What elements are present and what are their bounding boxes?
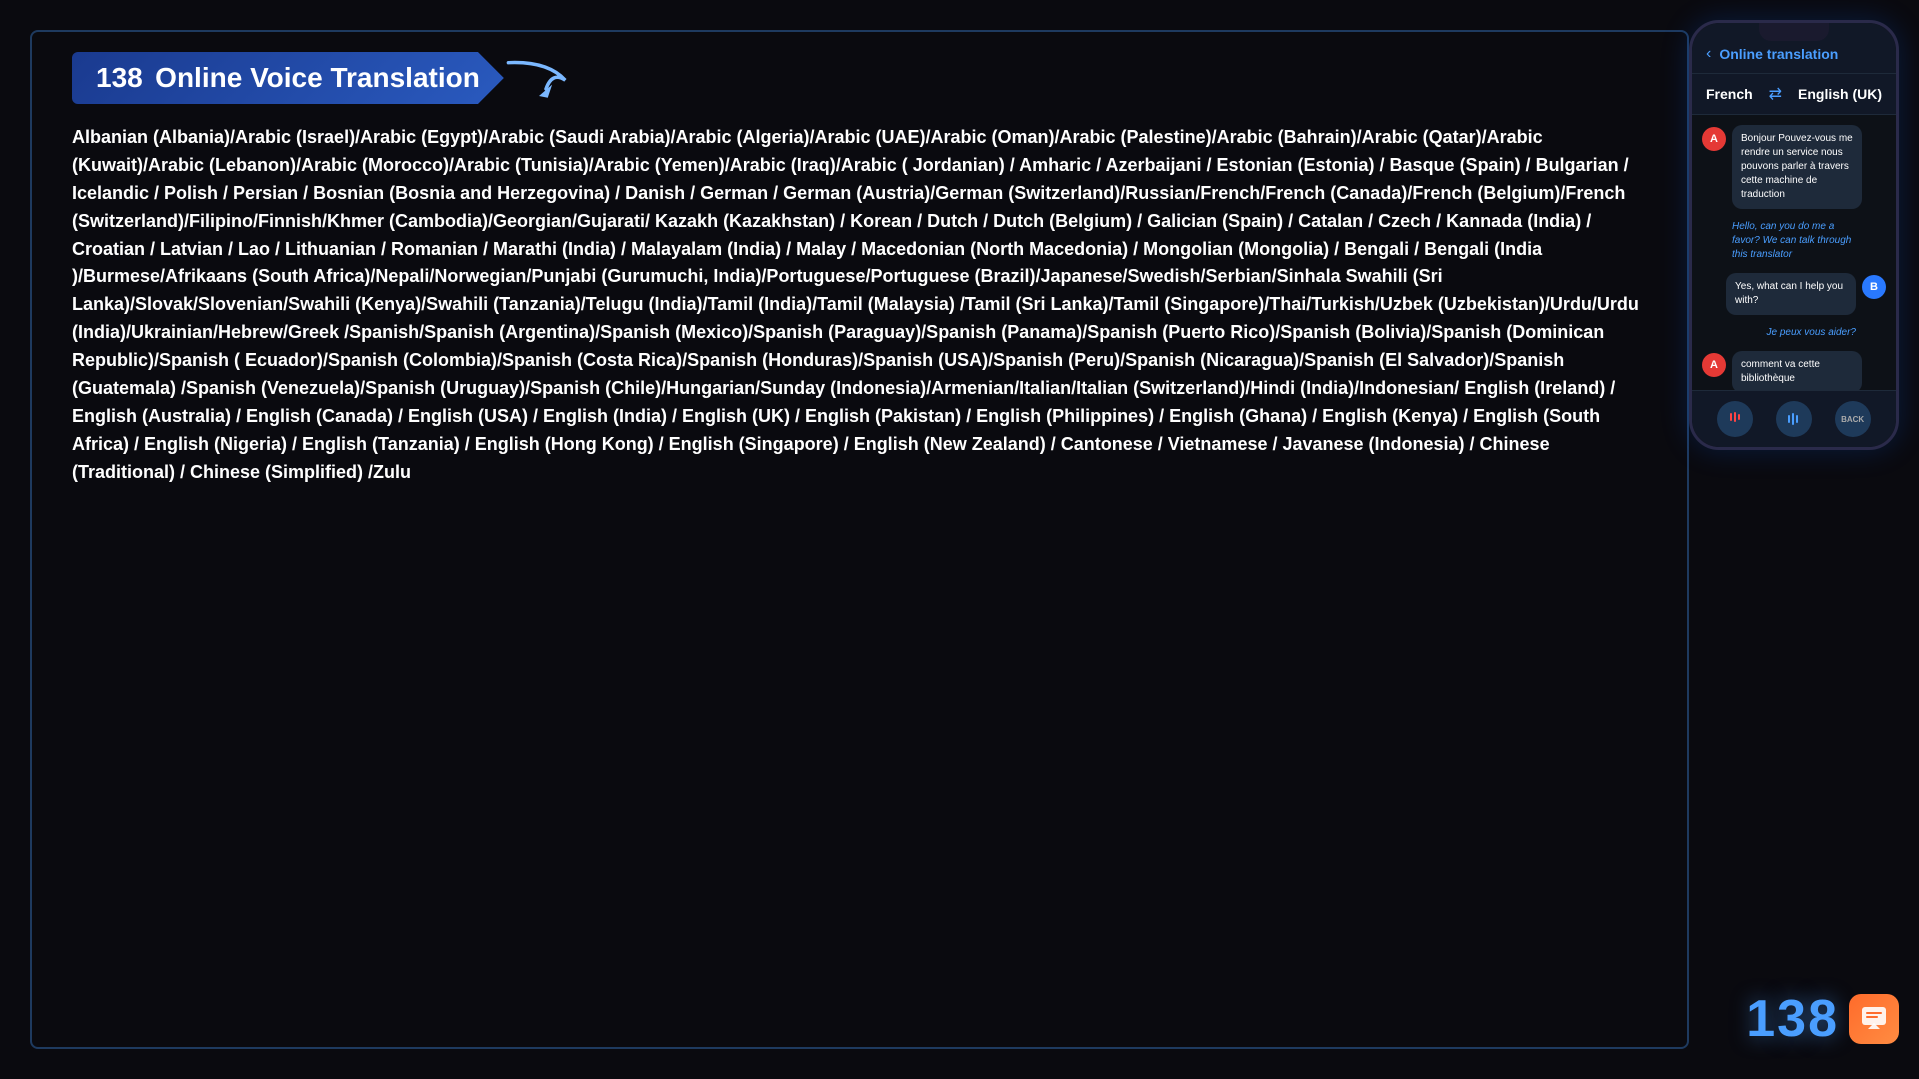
phone-header-title: Online translation: [1719, 46, 1838, 62]
main-title: 138: [96, 62, 143, 93]
main-container: 138 Online Voice Translation Albanian (A…: [30, 30, 1689, 1049]
chat-area: A Bonjour Pouvez-vous me rendre un servi…: [1692, 115, 1896, 431]
avatar-a2: A: [1702, 353, 1726, 377]
message-row-a1: A Bonjour Pouvez-vous me rendre un servi…: [1702, 125, 1886, 209]
bottom-number: 138: [1746, 989, 1839, 1049]
phone-outer: ‹ Online translation French ⇄ English (U…: [1689, 20, 1899, 450]
phone-notch: [1759, 23, 1829, 41]
title-banner: 138 Online Voice Translation: [72, 52, 504, 104]
translated-t2: Je peux vous aider?: [1766, 323, 1856, 343]
translation-row-t1: Hello, can you do me a favor? We can tal…: [1702, 217, 1886, 265]
avatar-b: B: [1862, 275, 1886, 299]
languages-list: Albanian (Albania)/Arabic (Israel)/Arabi…: [72, 124, 1647, 487]
main-title-text: Online Voice Translation: [155, 62, 480, 93]
mic-right-button[interactable]: [1776, 401, 1812, 437]
mic-left-button[interactable]: [1717, 401, 1753, 437]
bubble-a2: comment va cette bibliothèque: [1732, 351, 1862, 393]
language-selector[interactable]: French ⇄ English (UK): [1692, 74, 1896, 115]
translation-row-t2: Je peux vous aider?: [1702, 323, 1886, 343]
back-button[interactable]: BACK: [1835, 401, 1871, 437]
phone-mockup: ‹ Online translation French ⇄ English (U…: [1689, 20, 1899, 700]
arrow-decoration: [504, 53, 574, 103]
translated-t1: Hello, can you do me a favor? We can tal…: [1732, 217, 1862, 265]
target-language[interactable]: English (UK): [1798, 86, 1882, 102]
back-arrow-icon[interactable]: ‹: [1706, 45, 1711, 63]
message-row-b1: B Yes, what can I help you with?: [1702, 273, 1886, 315]
phone-controls: BACK: [1692, 390, 1896, 447]
source-language[interactable]: French: [1706, 86, 1753, 102]
avatar-a: A: [1702, 127, 1726, 151]
phone-screen: ‹ Online translation French ⇄ English (U…: [1692, 23, 1896, 447]
bubble-b1: Yes, what can I help you with?: [1726, 273, 1856, 315]
app-icon[interactable]: [1849, 994, 1899, 1044]
message-row-a2: A comment va cette bibliothèque: [1702, 351, 1886, 393]
bottom-right-area: 138: [1746, 989, 1899, 1049]
swap-languages-icon[interactable]: ⇄: [1769, 84, 1782, 104]
title-box: 138 Online Voice Translation: [72, 52, 504, 104]
bubble-a1: Bonjour Pouvez-vous me rendre un service…: [1732, 125, 1862, 209]
